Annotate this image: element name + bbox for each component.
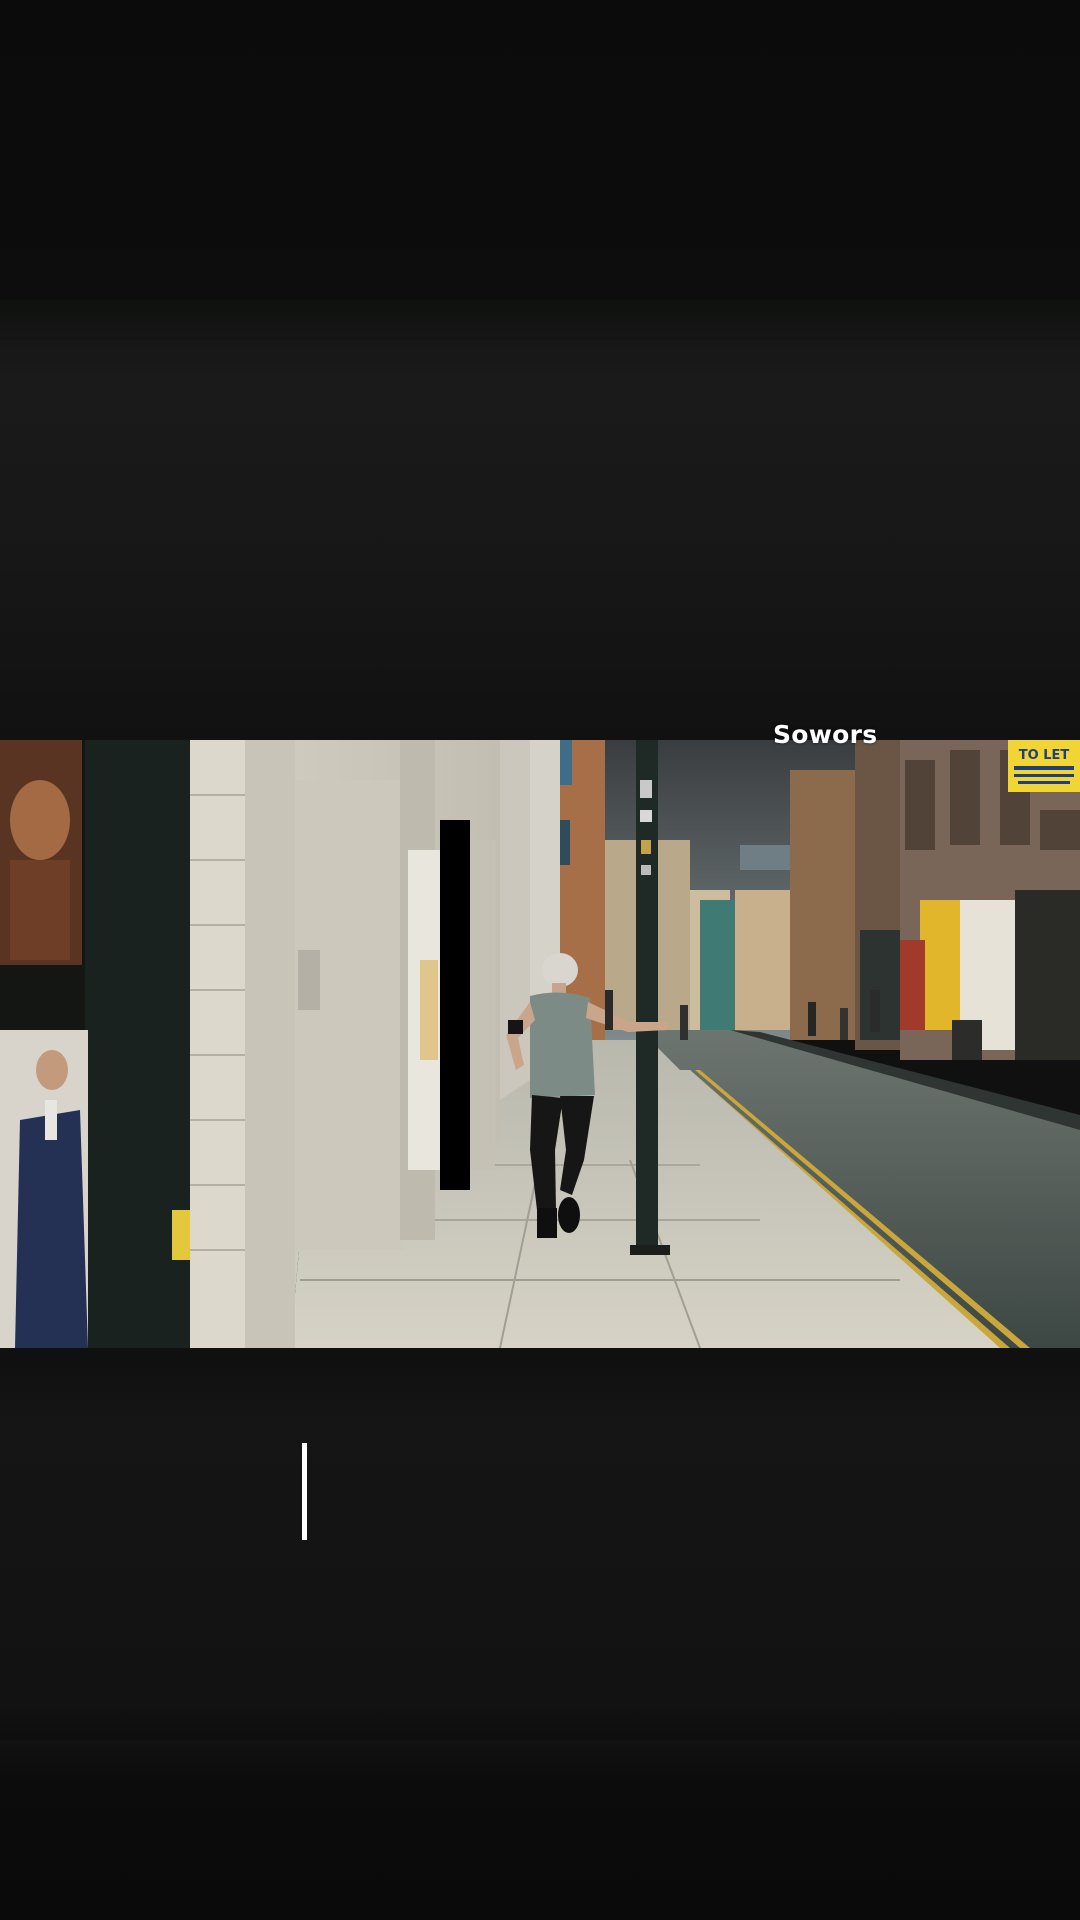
to-let-sign-text: TO LET	[1019, 748, 1070, 763]
bottom-dark-band	[0, 1740, 1080, 1780]
intercom-panel	[298, 950, 320, 1010]
text-cursor	[302, 1443, 307, 1540]
top-dark-band	[0, 300, 1080, 340]
street-scene-image: TO LET	[0, 740, 1080, 1348]
video-frame[interactable]: TO LET	[0, 740, 1080, 1348]
yellow-box	[172, 1210, 190, 1260]
video-caption: Sowors	[773, 720, 878, 749]
to-let-sign: TO LET	[1008, 740, 1080, 792]
brick-building-right	[790, 770, 860, 1040]
yellow-shopfront	[920, 900, 960, 1030]
video-page: TO LET Sowors	[0, 0, 1080, 1920]
